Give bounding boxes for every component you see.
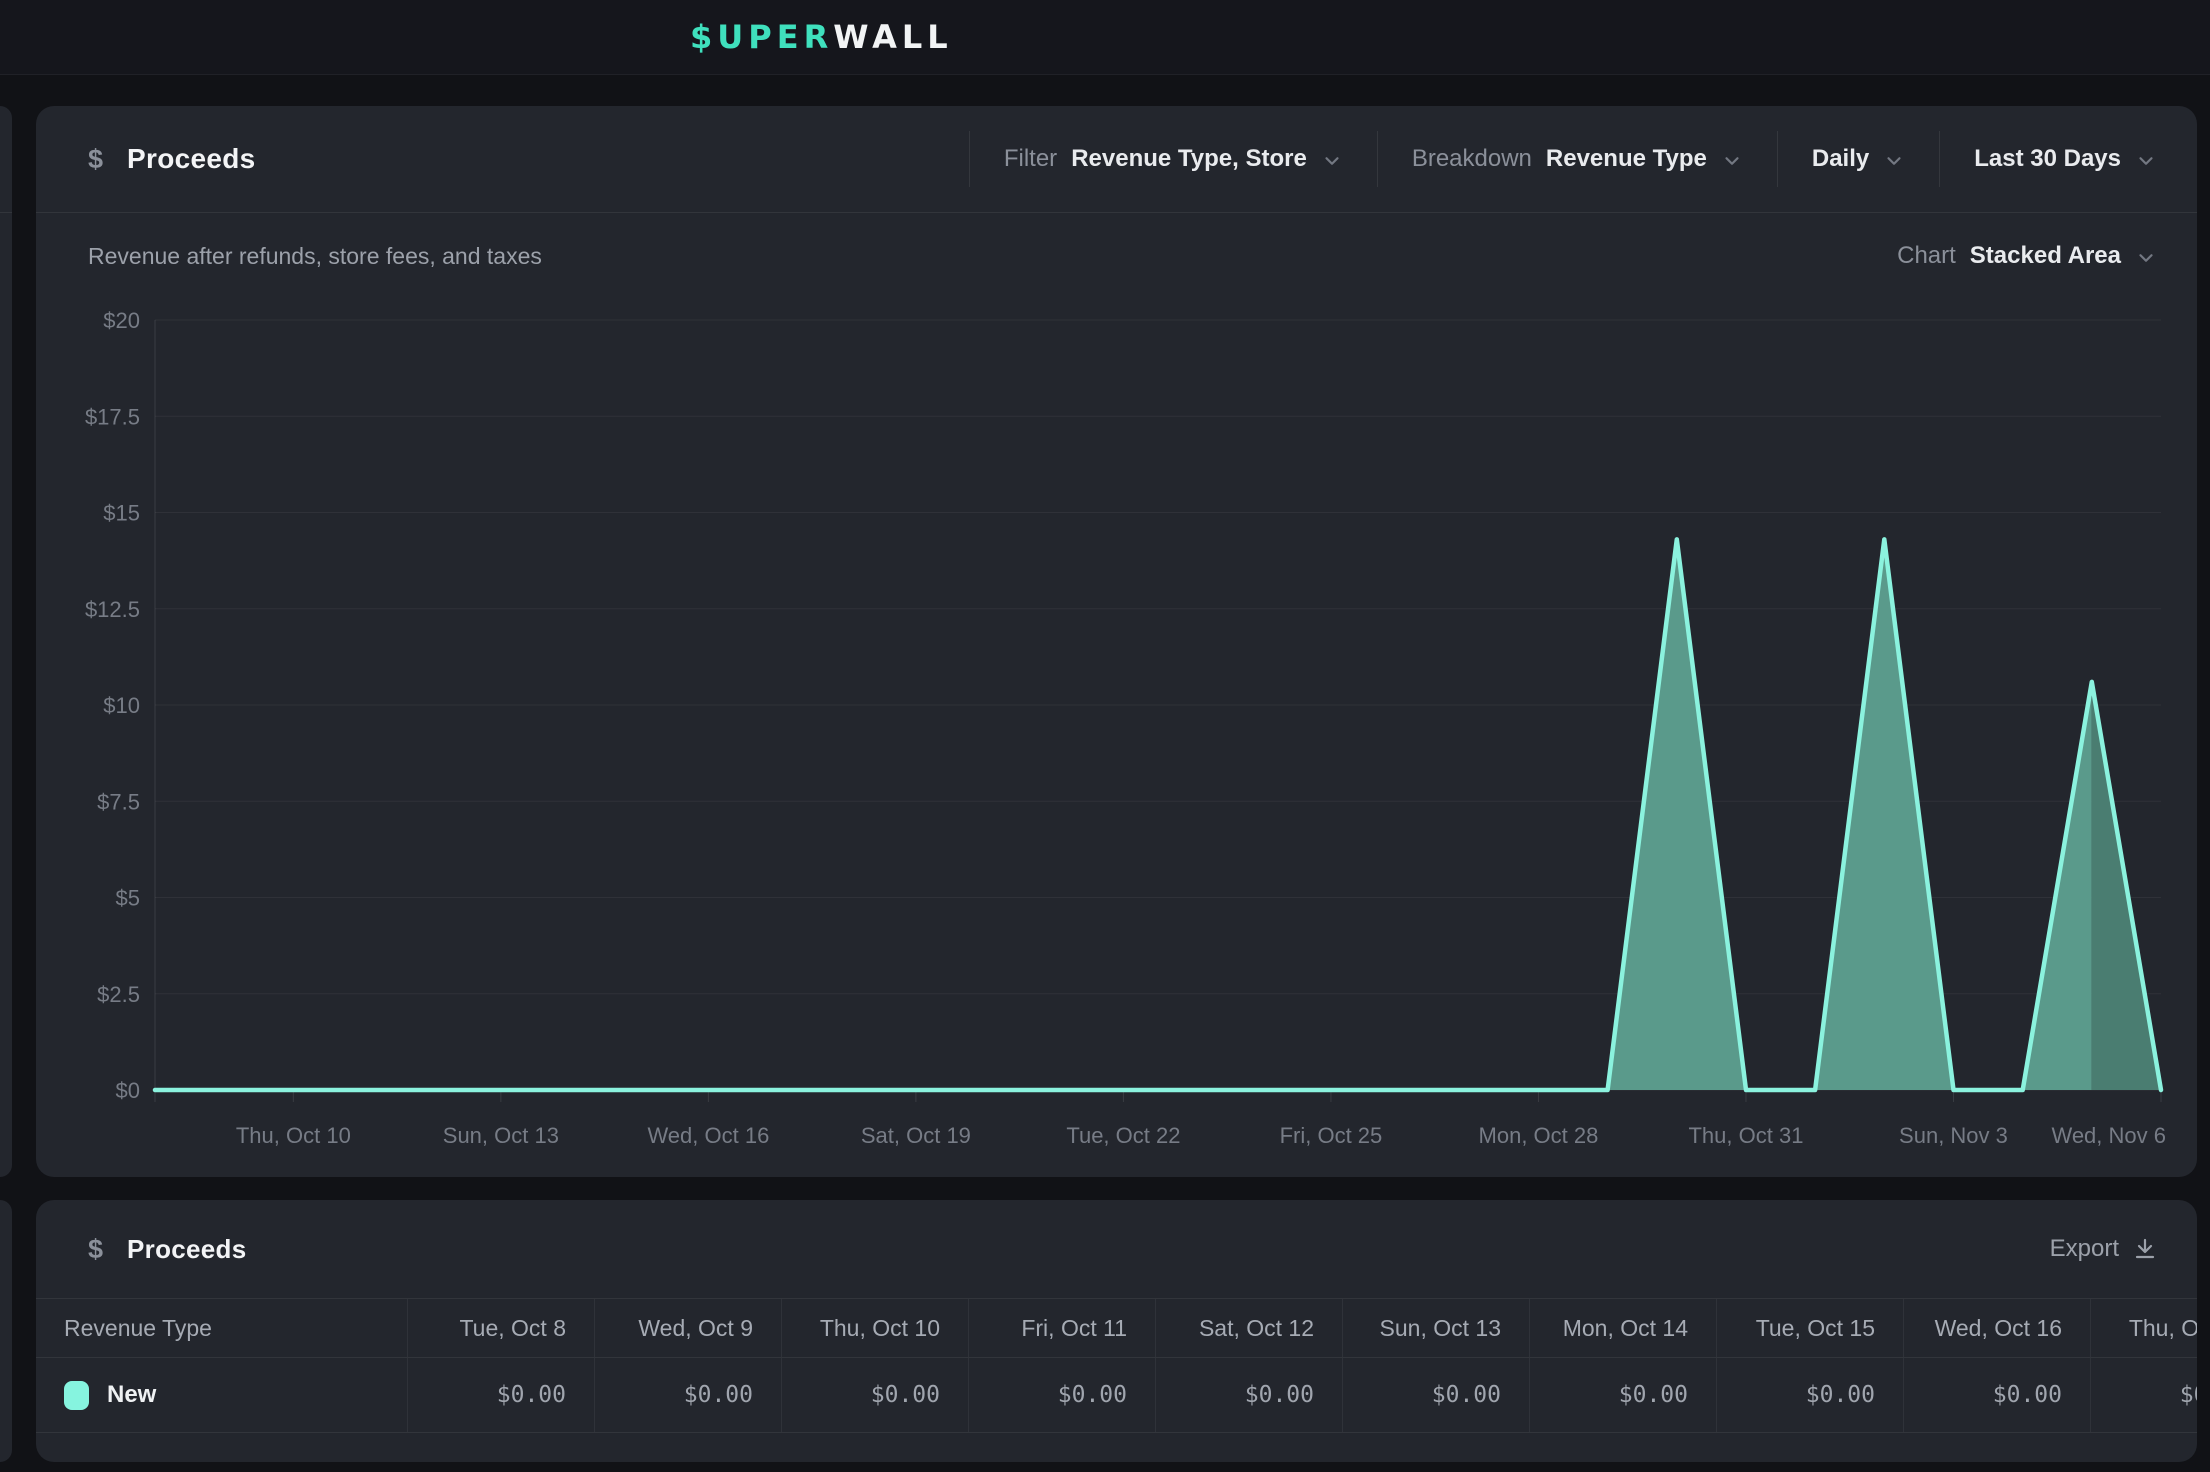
y-axis-tick-label: $15 — [103, 501, 140, 526]
y-axis-tick-label: $10 — [103, 693, 140, 718]
y-axis-tick-label: $12.5 — [85, 597, 140, 622]
series-color-swatch — [64, 1381, 89, 1410]
y-axis-tick-label: $0 — [116, 1078, 140, 1103]
table-cell-value: $0.00 — [1155, 1358, 1342, 1432]
chart-type-dropdown[interactable]: Chart Stacked Area — [1897, 242, 2157, 270]
table-header-date: Wed, Oct 16 — [1903, 1299, 2090, 1357]
chart-type-value: Stacked Area — [1970, 242, 2121, 270]
y-axis-tick-label: $20 — [103, 308, 140, 333]
table-header-revenue-type: Revenue Type — [36, 1299, 407, 1357]
adjacent-table-card-edge — [0, 1200, 12, 1462]
chart-subheader: Revenue after refunds, store fees, and t… — [36, 213, 2197, 299]
x-axis-tick-label: Sun, Oct 13 — [443, 1123, 559, 1148]
x-axis-tick-label: Sun, Nov 3 — [1899, 1123, 2008, 1148]
area-fill — [155, 539, 2092, 1090]
logo-rest-text: WALL — [833, 18, 952, 56]
y-axis-tick-label: $5 — [116, 886, 140, 911]
revenue-type-label: New — [107, 1381, 156, 1409]
y-axis-tick-label: $7.5 — [97, 789, 140, 814]
proceeds-table-card: $ Proceeds Export Revenue TypeTue, Oct 8… — [36, 1200, 2197, 1462]
table-header-row: Revenue TypeTue, Oct 8Wed, Oct 9Thu, Oct… — [36, 1298, 2197, 1358]
chart-subtitle: Revenue after refunds, store fees, and t… — [88, 243, 542, 270]
x-axis-tick-label: Wed, Nov 6 — [2051, 1123, 2166, 1148]
y-axis-tick-label: $2.5 — [97, 982, 140, 1007]
adjacent-chart-card-edge — [0, 106, 12, 1177]
logo-accent-text: $UPER — [690, 18, 833, 56]
table-header-date: Thu, Oct 17 — [2090, 1299, 2197, 1357]
table-cell-value: $0.00 — [2090, 1358, 2197, 1432]
table-cell-value: $0.00 — [968, 1358, 1155, 1432]
export-label: Export — [2050, 1235, 2119, 1263]
table-cell-value: $0.00 — [1716, 1358, 1903, 1432]
table-card-title: Proceeds — [127, 1234, 246, 1265]
table-header-date: Sun, Oct 13 — [1342, 1299, 1529, 1357]
chart-type-label: Chart — [1897, 242, 1956, 270]
table-cell-value: $0.00 — [594, 1358, 781, 1432]
table-cell-value: $0.00 — [1342, 1358, 1529, 1432]
table-cell-value: $0.00 — [407, 1358, 594, 1432]
top-navigation-bar: $UPERWALL — [0, 0, 2210, 75]
table-cell-value: $0.00 — [1529, 1358, 1716, 1432]
table-header-date: Sat, Oct 12 — [1155, 1299, 1342, 1357]
dollar-icon: $ — [88, 1234, 103, 1265]
superwall-logo[interactable]: $UPERWALL — [690, 18, 953, 56]
table-cell-value: $0.00 — [781, 1358, 968, 1432]
x-axis-tick-label: Mon, Oct 28 — [1479, 1123, 1599, 1148]
table-header-date: Fri, Oct 11 — [968, 1299, 1155, 1357]
table-header-date: Tue, Oct 15 — [1716, 1299, 1903, 1357]
x-axis-tick-label: Thu, Oct 31 — [1688, 1123, 1803, 1148]
table-header-date: Tue, Oct 8 — [407, 1299, 594, 1357]
x-axis-tick-label: Wed, Oct 16 — [647, 1123, 769, 1148]
table-header-date: Mon, Oct 14 — [1529, 1299, 1716, 1357]
table-cell-value: $0.00 — [1903, 1358, 2090, 1432]
chevron-down-icon — [2135, 247, 2157, 269]
proceeds-chart-card: $ Proceeds Filter Revenue Type, Store Br… — [36, 106, 2197, 1177]
table-header-date: Wed, Oct 9 — [594, 1299, 781, 1357]
download-icon — [2133, 1237, 2157, 1261]
export-button[interactable]: Export — [2050, 1235, 2157, 1263]
y-axis-tick-label: $17.5 — [85, 404, 140, 429]
x-axis-tick-label: Sat, Oct 19 — [861, 1123, 971, 1148]
x-axis-tick-label: Tue, Oct 22 — [1066, 1123, 1180, 1148]
table-row: New$0.00$0.00$0.00$0.00$0.00$0.00$0.00$0… — [36, 1358, 2197, 1433]
x-axis-tick-label: Thu, Oct 10 — [236, 1123, 351, 1148]
table-cell-revenue-type: New — [36, 1358, 407, 1432]
table-header-date: Thu, Oct 10 — [781, 1299, 968, 1357]
x-axis-tick-label: Fri, Oct 25 — [1280, 1123, 1383, 1148]
table-card-header: $ Proceeds Export — [36, 1200, 2197, 1298]
